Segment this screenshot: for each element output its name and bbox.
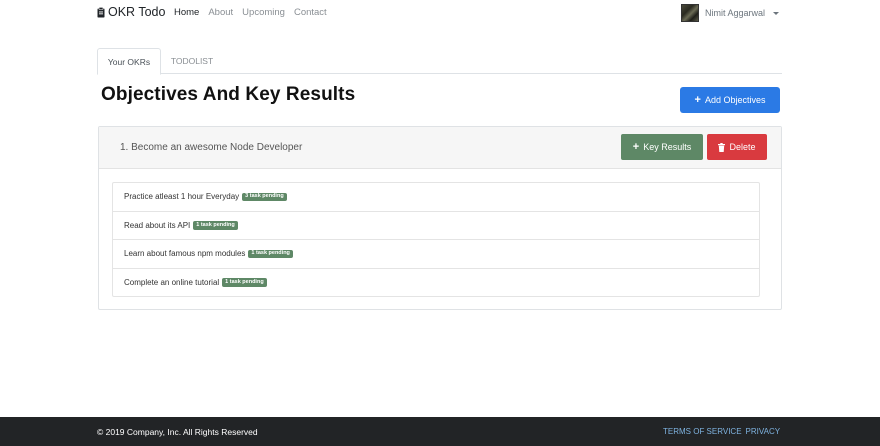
key-result-item[interactable]: Practice atleast 1 hour Everyday 3 task … (112, 182, 760, 212)
objective-card: 1. Become an awesome Node Developer + Ke… (98, 126, 782, 310)
tab-todolist[interactable]: TODOLIST (161, 48, 223, 74)
key-result-item[interactable]: Complete an online tutorial 1 task pendi… (112, 267, 760, 297)
clipboard-icon (97, 6, 105, 18)
caret-down-icon (773, 12, 780, 15)
plus-icon: + (694, 93, 701, 106)
top-navbar: OKR Todo Home About Upcoming Contact Nim… (0, 0, 880, 26)
key-result-text: Learn about famous npm modules (124, 249, 246, 259)
main-nav: Home About Upcoming Contact (174, 7, 327, 18)
nav-home-link[interactable]: Home (174, 7, 199, 18)
key-result-item[interactable]: Learn about famous npm modules 1 task pe… (112, 239, 760, 269)
page-footer: © 2019 Company, Inc. All Rights Reserved… (0, 417, 880, 446)
terms-of-service-link[interactable]: TERMS OF SERVICE (663, 427, 742, 436)
key-result-text: Practice atleast 1 hour Everyday (124, 192, 240, 202)
brand-label: OKR Todo (108, 5, 166, 19)
key-results-list: Practice atleast 1 hour Everyday 3 task … (112, 182, 760, 297)
plus-icon: + (632, 140, 640, 153)
page-title: Objectives And Key Results (101, 84, 356, 105)
add-key-results-button[interactable]: + Key Results (621, 134, 703, 160)
pending-badge: 1 task pending (222, 278, 267, 287)
pending-badge: 1 task pending (248, 249, 293, 258)
avatar (681, 4, 699, 22)
delete-objective-button[interactable]: Delete (707, 134, 767, 160)
add-objectives-button[interactable]: + Add Objectives (680, 87, 780, 113)
objective-card-header: 1. Become an awesome Node Developer + Ke… (99, 127, 781, 169)
add-objectives-label: Add Objectives (704, 95, 766, 105)
okr-tabs: Your OKRs TODOLIST (97, 48, 782, 75)
nav-about-link[interactable]: About (208, 7, 233, 18)
key-results-label: Key Results (643, 142, 692, 152)
tab-your-okrs[interactable]: Your OKRs (97, 48, 161, 75)
trash-icon (718, 142, 726, 152)
objective-title: 1. Become an awesome Node Developer (120, 142, 303, 153)
brand-link[interactable]: OKR Todo (97, 5, 165, 19)
privacy-link[interactable]: PRIVACY (746, 427, 781, 436)
user-name: Nimit Aggarwal (705, 8, 766, 18)
delete-label: Delete (729, 142, 756, 152)
footer-links: TERMS OF SERVICE PRIVACY (663, 427, 780, 436)
key-result-text: Read about its API (124, 220, 191, 230)
nav-upcoming-link[interactable]: Upcoming (242, 7, 285, 18)
key-result-text: Complete an online tutorial (124, 277, 220, 287)
pending-badge: 3 task pending (242, 192, 287, 201)
key-result-item[interactable]: Read about its API 1 task pending (112, 210, 760, 240)
copyright-text: © 2019 Company, Inc. All Rights Reserved (97, 427, 258, 437)
nav-contact-link[interactable]: Contact (294, 7, 327, 18)
pending-badge: 1 task pending (193, 221, 238, 230)
user-menu-toggle[interactable]: Nimit Aggarwal (681, 4, 780, 22)
